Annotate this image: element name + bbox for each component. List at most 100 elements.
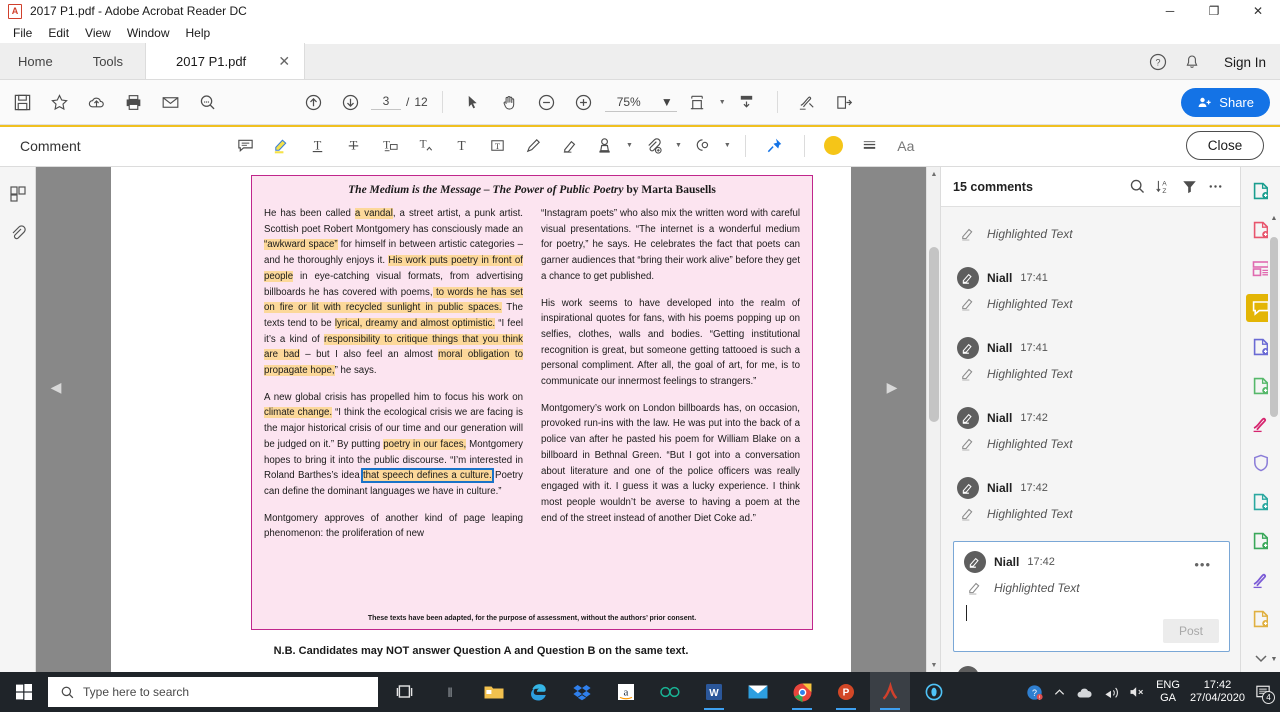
scroll-up-icon[interactable]: ▲ (1268, 211, 1280, 225)
share-document-icon[interactable] (829, 86, 861, 118)
menu-file[interactable]: File (6, 24, 39, 42)
zoom-level-dropdown[interactable]: 75% ▼ (604, 93, 677, 112)
underline-text-icon[interactable]: T (302, 131, 332, 161)
highlight-text-icon[interactable] (266, 131, 296, 161)
arrow-down-circle-icon[interactable] (334, 86, 366, 118)
task-view-icon[interactable] (386, 672, 426, 712)
text-box-icon[interactable]: T (482, 131, 512, 161)
document-viewer[interactable]: ◀ The Medium is the Message – The Power … (36, 167, 926, 672)
menu-window[interactable]: Window (120, 24, 177, 42)
cortana-icon[interactable] (914, 672, 954, 712)
close-window-button[interactable]: ✕ (1236, 0, 1280, 22)
cursor-arrow-icon[interactable] (457, 86, 489, 118)
comment-item[interactable]: Niall 17:42 Highlighted Text (953, 397, 1230, 467)
star-icon[interactable] (43, 86, 75, 118)
notifications-icon[interactable]: 4 (1255, 684, 1275, 704)
wifi-icon[interactable] (1103, 685, 1119, 699)
highlighted-text-run[interactable]: that speech defines a culture. (360, 468, 494, 484)
amazon-icon[interactable]: a (606, 672, 646, 712)
chevron-down-icon[interactable]: ▼ (675, 142, 682, 149)
previous-page-arrow[interactable]: ◀ (48, 367, 64, 407)
comments-scrollbar[interactable]: ▲ ▼ (1268, 167, 1280, 672)
sign-in-button[interactable]: Sign In (1216, 55, 1266, 70)
insert-text-icon[interactable]: T (410, 131, 440, 161)
maximize-button[interactable]: ❐ (1192, 0, 1236, 22)
filter-icon[interactable] (1176, 174, 1202, 200)
search-icon[interactable] (191, 86, 223, 118)
zoom-out-icon[interactable] (531, 86, 563, 118)
windows-start-icon[interactable] (0, 672, 48, 712)
add-stamp-icon[interactable] (590, 131, 620, 161)
tab-tools[interactable]: Tools (70, 43, 146, 79)
scroll-down-icon[interactable]: ▼ (927, 658, 941, 672)
cloud-upload-icon[interactable] (80, 86, 112, 118)
acrobat-icon[interactable] (870, 672, 910, 712)
chevron-down-icon[interactable]: ▼ (719, 99, 726, 106)
comment-item[interactable]: Niall 17:41 Highlighted Text (953, 327, 1230, 397)
file-explorer-icon[interactable] (474, 672, 514, 712)
attachments-icon[interactable] (7, 223, 29, 245)
fill-and-sign-icon[interactable] (792, 86, 824, 118)
taskbar-clock[interactable]: 17:42 27/04/2020 (1190, 679, 1245, 705)
next-page-arrow[interactable]: ▶ (884, 367, 900, 407)
highlighted-text-run[interactable]: poetry in our faces, (383, 438, 467, 450)
language-indicator[interactable]: ENG GA (1156, 679, 1180, 705)
record-audio-icon[interactable] (688, 131, 718, 161)
post-button[interactable]: Post (1163, 619, 1219, 643)
close-comment-toolbar-button[interactable]: Close (1186, 131, 1264, 160)
highlighted-text-run[interactable]: lyrical, dreamy and almost optimistic. (334, 317, 496, 329)
comment-item[interactable]: Niall17:35 (953, 656, 1230, 672)
highlighted-text-run[interactable]: “awkward space” (264, 239, 338, 251)
scroll-up-icon[interactable]: ▲ (927, 167, 941, 181)
bell-icon[interactable] (1182, 52, 1202, 72)
tab-home[interactable]: Home (0, 43, 71, 79)
taskbar-search-box[interactable]: Type here to search (48, 677, 378, 707)
edge-icon[interactable] (518, 672, 558, 712)
chevron-down-icon[interactable]: ▼ (724, 142, 731, 149)
chrome-icon[interactable] (782, 672, 822, 712)
add-note-to-text-icon[interactable]: T (374, 131, 404, 161)
teamviewer-icon[interactable] (650, 672, 690, 712)
dropbox-icon[interactable] (562, 672, 602, 712)
word-icon[interactable]: W (694, 672, 734, 712)
share-button[interactable]: Share (1181, 88, 1270, 117)
reply-input[interactable]: Post (964, 597, 1219, 643)
strikethrough-text-icon[interactable]: T (338, 131, 368, 161)
keep-tool-selected-icon[interactable] (760, 131, 790, 161)
more-options-icon[interactable] (1202, 174, 1228, 200)
zoom-in-icon[interactable] (568, 86, 600, 118)
sort-az-icon[interactable]: AZ (1150, 174, 1176, 200)
selected-comment[interactable]: Niall 17:42 ••• Highlighted Text Post (953, 541, 1230, 652)
highlighted-text-run[interactable]: climate change. (264, 407, 333, 419)
help-circle-icon[interactable]: ? (1148, 52, 1168, 72)
menu-edit[interactable]: Edit (41, 24, 76, 42)
tab-document[interactable]: 2017 P1.pdf ✕ (145, 43, 306, 79)
menu-help[interactable]: Help (179, 24, 218, 42)
draw-free-form-icon[interactable] (518, 131, 548, 161)
help-circle-icon[interactable]: ?! (1026, 684, 1043, 701)
attach-file-icon[interactable] (639, 131, 669, 161)
comments-list[interactable]: Highlighted Text Niall 17:41 Highlighted Te… (941, 207, 1240, 672)
text-properties-icon[interactable]: Aa (891, 131, 921, 161)
comment-item[interactable]: Highlighted Text (953, 209, 1230, 257)
mail-icon[interactable] (738, 672, 778, 712)
powerpoint-icon[interactable]: P (826, 672, 866, 712)
color-swatch-icon[interactable] (819, 131, 849, 161)
divider[interactable]: ‖ (430, 672, 470, 712)
chevron-up-icon[interactable] (1053, 686, 1066, 699)
page-thumbnails-icon[interactable] (7, 183, 29, 205)
page-number-input[interactable] (371, 94, 401, 110)
highlighted-text-run[interactable]: a vandal (354, 208, 393, 219)
close-icon[interactable]: ✕ (278, 53, 290, 70)
minimize-button[interactable]: ─ (1148, 0, 1192, 22)
erase-drawing-icon[interactable] (554, 131, 584, 161)
fit-page-icon[interactable] (682, 86, 714, 118)
hand-icon[interactable] (494, 86, 526, 118)
line-thickness-icon[interactable] (855, 131, 885, 161)
email-icon[interactable] (154, 86, 186, 118)
sticky-note-icon[interactable] (230, 131, 260, 161)
search-icon[interactable] (1124, 174, 1150, 200)
arrow-up-circle-icon[interactable] (297, 86, 329, 118)
add-text-icon[interactable]: T (446, 131, 476, 161)
volume-muted-icon[interactable] (1129, 685, 1146, 699)
